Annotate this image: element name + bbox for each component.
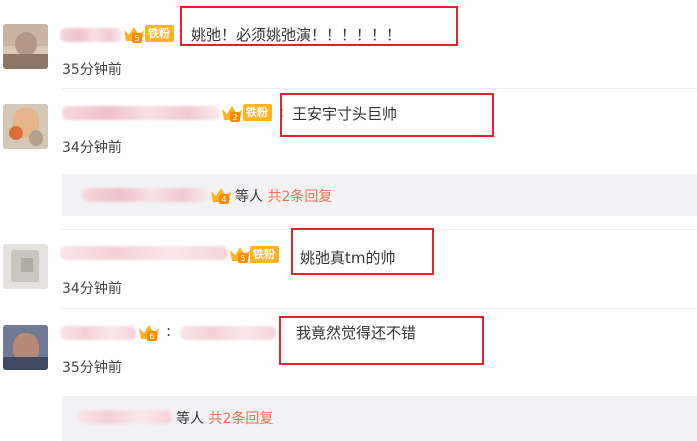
highlight-box [291,228,434,275]
reply-count-link[interactable]: 共2条回复 [208,411,273,427]
svg-text:6: 6 [149,332,154,341]
comment-time: 34分钟前 [62,140,122,156]
commenter-name[interactable] [62,106,220,120]
reply-summary-text: 等人 共2条回复 [176,408,273,428]
fan-badge: 铁粉 [145,25,174,42]
divider [62,88,697,89]
crown-icon: 5 [230,247,250,263]
colon-separator: : [166,322,172,340]
crown-icon: 6 [139,325,159,341]
svg-text:5: 5 [240,254,245,263]
reply-suffix: 等人 [176,411,204,427]
highlight-box [280,93,494,137]
avatar[interactable] [3,104,48,149]
replier-name[interactable] [82,188,208,202]
svg-text:2: 2 [232,113,237,122]
avatar[interactable] [3,244,48,289]
comment-time: 34分钟前 [62,281,122,297]
commenter-name[interactable] [60,246,228,260]
crown-icon: 5 [124,27,144,43]
svg-text:4: 4 [221,195,226,204]
avatar[interactable] [3,24,48,69]
reply-summary-text: 等人 共2条回复 [235,186,332,206]
commenter-name[interactable] [60,28,122,42]
fan-badge: 铁粉 [243,104,272,121]
reply-summary-bar[interactable]: 4 等人 共2条回复 [62,174,697,216]
reply-summary-bar[interactable]: 等人 共2条回复 [62,396,697,441]
crown-icon: 2 [222,106,242,122]
reply-count-link[interactable]: 共2条回复 [267,189,332,205]
svg-text:5: 5 [134,34,139,43]
highlight-box [279,316,484,365]
highlight-box [180,6,458,46]
avatar[interactable] [3,325,48,370]
replier-name[interactable] [78,410,172,424]
crown-icon: 4 [211,188,231,204]
mention-name[interactable] [180,326,276,340]
commenter-name[interactable] [60,326,136,340]
comment-time: 35分钟前 [62,360,122,376]
reply-suffix: 等人 [235,189,263,205]
fan-badge: 铁粉 [250,246,279,263]
divider [62,308,697,309]
comment-time: 35分钟前 [62,62,122,78]
